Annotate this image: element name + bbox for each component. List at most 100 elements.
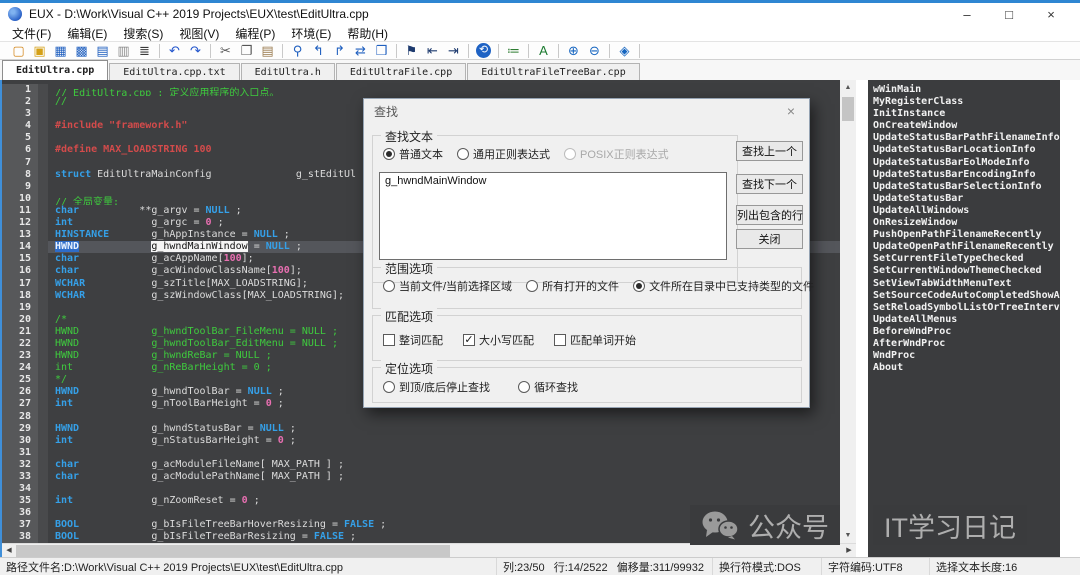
fold-margin bbox=[38, 338, 48, 350]
symbol-item[interactable]: OnCreateWindow bbox=[873, 120, 1060, 132]
symbol-item[interactable]: SetSourceCodeAutoCompletedShowAf bbox=[873, 290, 1060, 302]
symbol-item[interactable]: MyRegisterClass bbox=[873, 96, 1060, 108]
check-word-start[interactable]: 匹配单词开始 bbox=[554, 332, 636, 348]
tab-editultra-h[interactable]: EditUltra.h bbox=[241, 63, 335, 80]
line-number: 6 bbox=[2, 144, 38, 156]
tab-editultrafile-cpp[interactable]: EditUltraFile.cpp bbox=[336, 63, 466, 80]
menu-view[interactable]: 视图(V) bbox=[171, 25, 227, 42]
symbol-item[interactable]: BeforeWndProc bbox=[873, 326, 1060, 338]
symbol-item[interactable]: About bbox=[873, 362, 1060, 374]
radio-icon bbox=[526, 280, 538, 292]
radio-all-open-files[interactable]: 所有打开的文件 bbox=[526, 278, 619, 294]
minimize-button[interactable]: – bbox=[946, 3, 988, 25]
bookmark-icon[interactable]: ⚑ bbox=[401, 42, 422, 59]
find-text-input[interactable]: g_hwndMainWindow bbox=[379, 172, 727, 260]
symbol-item[interactable]: UpdateStatusBarLocationInfo bbox=[873, 144, 1060, 156]
tab-editultra-cpp-txt[interactable]: EditUltra.cpp.txt bbox=[109, 63, 239, 80]
close-button[interactable]: × bbox=[1030, 3, 1072, 25]
radio-current-file[interactable]: 当前文件/当前选择区域 bbox=[383, 278, 512, 294]
radio-stop-at-end[interactable]: 到顶/底后停止查找 bbox=[383, 379, 490, 395]
wechat-icon bbox=[701, 510, 739, 540]
editor-horizontal-scrollbar[interactable]: ◀ ▶ bbox=[2, 543, 856, 557]
list-lines-button[interactable]: 列出包含的行 bbox=[736, 205, 803, 225]
redo-icon[interactable]: ↷ bbox=[185, 42, 206, 59]
line-number: 19 bbox=[2, 302, 38, 314]
find-dialog-title-bar[interactable]: 查找 × bbox=[364, 99, 809, 123]
editor-vertical-scrollbar[interactable]: ▲ ▼ bbox=[840, 80, 856, 543]
fold-margin bbox=[38, 132, 48, 144]
find-next-icon[interactable]: ↱ bbox=[329, 42, 350, 59]
undo-icon[interactable]: ↶ bbox=[164, 42, 185, 59]
vertical-scroll-thumb[interactable] bbox=[842, 97, 854, 121]
task-list-icon[interactable]: ≔ bbox=[503, 42, 524, 59]
symbol-item[interactable]: SetReloadSymbolListOrTreeInterva bbox=[873, 302, 1060, 314]
syntax-color-icon[interactable]: A bbox=[533, 42, 554, 59]
find-prev-button[interactable]: 查找上一个 bbox=[736, 141, 803, 161]
symbol-item[interactable]: UpdateAllWindows bbox=[873, 205, 1060, 217]
radio-icon bbox=[383, 381, 395, 393]
menu-search[interactable]: 搜索(S) bbox=[115, 25, 171, 42]
symbol-item[interactable]: UpdateOpenPathFilenameRecently bbox=[873, 241, 1060, 253]
symbol-item[interactable]: InitInstance bbox=[873, 108, 1060, 120]
symbol-item[interactable]: SetCurrentFileTypeChecked bbox=[873, 253, 1060, 265]
cut-icon[interactable]: ✂ bbox=[215, 42, 236, 59]
radio-plain-text[interactable]: 普通文本 bbox=[383, 146, 443, 162]
symbol-item[interactable]: SetViewTabWidthMenuText bbox=[873, 278, 1060, 290]
symbol-item[interactable]: WndProc bbox=[873, 350, 1060, 362]
menu-environment[interactable]: 环境(E) bbox=[283, 25, 339, 42]
scroll-right-arrow[interactable]: ▶ bbox=[842, 544, 856, 557]
save-as-icon[interactable]: ▩ bbox=[71, 42, 92, 59]
horizontal-scroll-thumb[interactable] bbox=[16, 545, 450, 557]
radio-generic-regex[interactable]: 通用正则表达式 bbox=[457, 146, 550, 162]
symbol-item[interactable]: UpdateStatusBarEncodingInfo bbox=[873, 169, 1060, 181]
about-icon[interactable]: ◈ bbox=[614, 42, 635, 59]
menu-edit[interactable]: 编辑(E) bbox=[59, 25, 115, 42]
maximize-button[interactable]: □ bbox=[988, 3, 1030, 25]
symbol-item[interactable]: SetCurrentWindowThemeChecked bbox=[873, 265, 1060, 277]
replace-icon[interactable]: ⇄ bbox=[350, 42, 371, 59]
close-file-icon[interactable]: ▥ bbox=[113, 42, 134, 59]
symbol-item[interactable]: PushOpenPathFilenameRecently bbox=[873, 229, 1060, 241]
close-icon[interactable]: × bbox=[783, 103, 799, 119]
symbol-item[interactable]: UpdateStatusBarEolModeInfo bbox=[873, 157, 1060, 169]
new-file-icon[interactable]: ▢ bbox=[8, 42, 29, 59]
status-selection-length: 选择文本长度:16 bbox=[930, 558, 1080, 575]
radio-icon bbox=[564, 148, 576, 160]
menu-help[interactable]: 帮助(H) bbox=[339, 25, 396, 42]
check-whole-word[interactable]: 整词匹配 bbox=[383, 332, 443, 348]
symbol-item[interactable]: wWinMain bbox=[873, 84, 1060, 96]
find-next-button[interactable]: 查找下一个 bbox=[736, 174, 803, 194]
zoom-in-icon[interactable]: ⊕ bbox=[563, 42, 584, 59]
check-match-case[interactable]: ✓大小写匹配 bbox=[463, 332, 534, 348]
find-icon[interactable]: ⚲ bbox=[287, 42, 308, 59]
symbol-item[interactable]: UpdateStatusBar bbox=[873, 193, 1060, 205]
menu-program[interactable]: 编程(P) bbox=[227, 25, 283, 42]
paste-icon[interactable]: ▤ bbox=[257, 42, 278, 59]
prev-bookmark-icon[interactable]: ⇤ bbox=[422, 42, 443, 59]
find-in-files-icon[interactable]: ❒ bbox=[371, 42, 392, 59]
next-bookmark-icon[interactable]: ⇥ bbox=[443, 42, 464, 59]
copy-icon[interactable]: ❐ bbox=[236, 42, 257, 59]
symbol-item[interactable]: UpdateAllMenus bbox=[873, 314, 1060, 326]
save-all-icon[interactable]: ▤ bbox=[92, 42, 113, 59]
symbol-item[interactable]: OnResizeWindow bbox=[873, 217, 1060, 229]
symbol-item[interactable]: UpdateStatusBarSelectionInfo bbox=[873, 181, 1060, 193]
tab-editultrafiletreebar-cpp[interactable]: EditUltraFileTreeBar.cpp bbox=[467, 63, 640, 80]
save-icon[interactable]: ▦ bbox=[50, 42, 71, 59]
menu-file[interactable]: 文件(F) bbox=[4, 25, 59, 42]
line-number: 1 bbox=[2, 84, 38, 96]
symbol-item[interactable]: UpdateStatusBarPathFilenameInfo bbox=[873, 132, 1060, 144]
open-file-icon[interactable]: ▣ bbox=[29, 42, 50, 59]
zoom-out-icon[interactable]: ⊖ bbox=[584, 42, 605, 59]
radio-wrap-search[interactable]: 循环查找 bbox=[518, 379, 578, 395]
line-number: 16 bbox=[2, 265, 38, 277]
close-button[interactable]: 关闭 bbox=[736, 229, 803, 249]
symbol-item[interactable]: AfterWndProc bbox=[873, 338, 1060, 350]
radio-directory-files[interactable]: 文件所在目录中已支持类型的文件 bbox=[633, 278, 814, 294]
outline-icon[interactable]: ≣ bbox=[134, 42, 155, 59]
scroll-left-arrow[interactable]: ◀ bbox=[2, 544, 16, 557]
find-prev-icon[interactable]: ↰ bbox=[308, 42, 329, 59]
nav-back-icon[interactable]: ⟲ bbox=[476, 43, 491, 58]
scroll-up-arrow[interactable]: ▲ bbox=[840, 80, 856, 95]
tab-editultra-cpp[interactable]: EditUltra.cpp bbox=[2, 60, 108, 80]
